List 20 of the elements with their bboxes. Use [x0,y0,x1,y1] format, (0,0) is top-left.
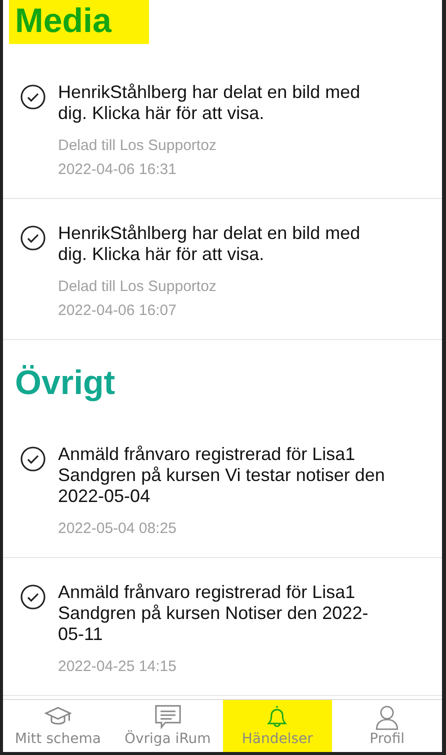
notification-text[interactable]: Anmäld frånvaro registrerad för Lisa1 Sandgren på kursen Notiser den 2022-05-11 [58,582,392,645]
notification-text[interactable]: HenrikStåhlberg har delat en bild med dig. Klicka här för att visa. [58,223,392,265]
checkmark-circle-icon [20,584,46,610]
shared-to-text: Delad till Los Supportoz [58,277,218,297]
notification-text[interactable]: HenrikStåhlberg har delat en bild med dig. Klicka här för att visa. [58,82,392,124]
notification-text[interactable]: Anmäld frånvaro registrerad för Lisa1 Sandgren på kursen Vi testar notiser den 2022-05-04 [58,444,392,507]
timestamp: 2022-04-06 16:31 [58,160,178,180]
timestamp: 2022-04-06 16:07 [58,301,178,321]
shared-to-text: Delad till Los Supportoz [58,136,218,156]
tab[interactable]: Mitt schema [3,700,113,752]
checkmark-circle-icon [20,225,46,251]
tab[interactable]: Övriga iRum [112,700,222,752]
timestamp: 2022-05-04 08:25 [58,519,178,539]
checkmark-circle-icon [20,446,46,472]
section-heading: Media [9,0,150,44]
checkmark-circle-icon [20,84,46,110]
chat-bubble-icon [154,704,182,730]
section-heading: Övrigt [14,363,116,404]
timestamp: 2022-04-25 14:15 [58,657,178,677]
tab[interactable]: Profil [332,700,442,752]
